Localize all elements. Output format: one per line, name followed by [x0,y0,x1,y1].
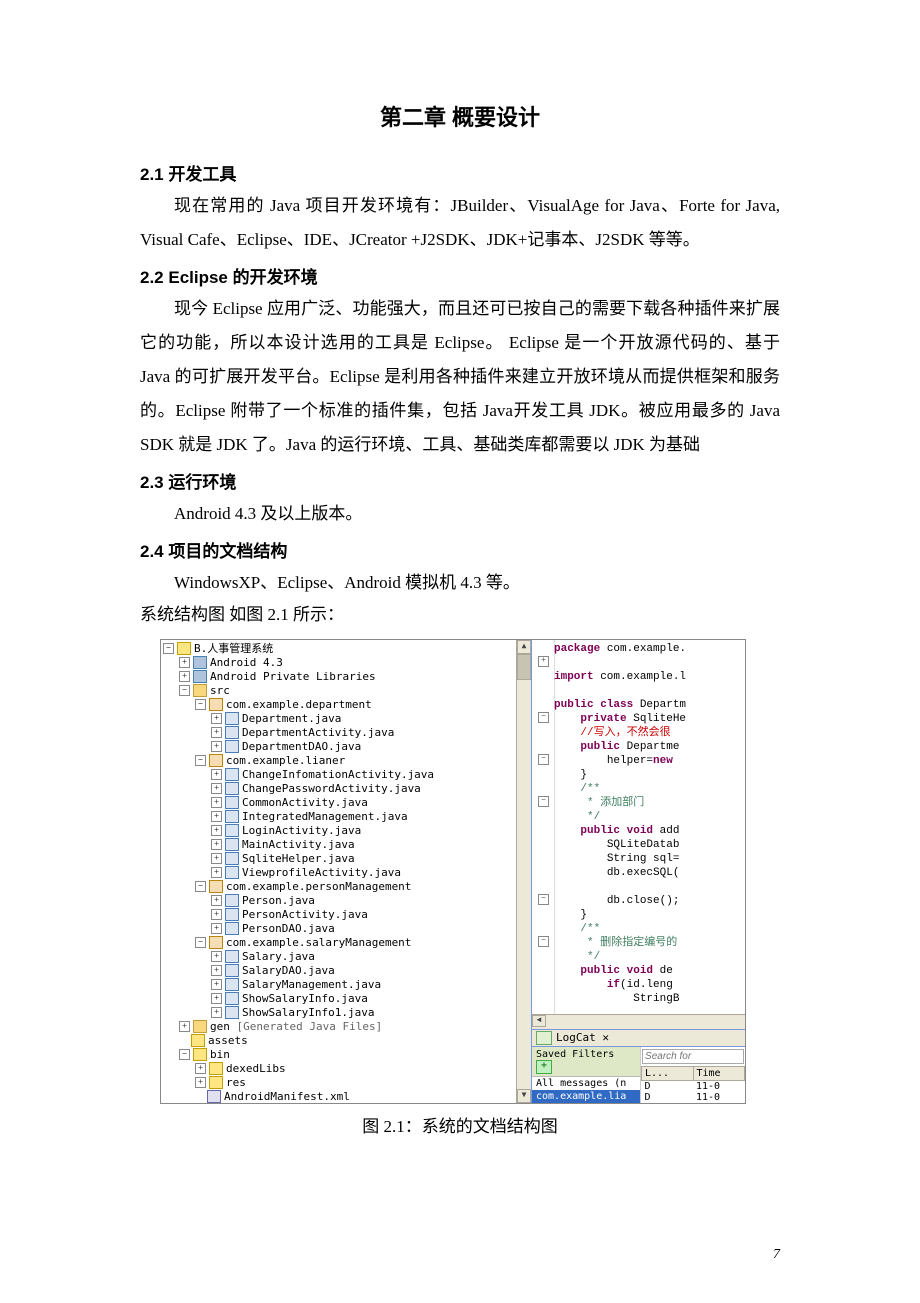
tree-file[interactable]: ShowSalaryInfo.java [242,992,368,1005]
section-2-1-title: 2.1 开发工具 [140,160,780,185]
section-2-4-para1: WindowsXP、Eclipse、Android 模拟机 4.3 等。 [140,566,780,600]
section-2-3-para: Android 4.3 及以上版本。 [140,497,780,531]
tree-gen[interactable]: gen [Generated Java Files] [210,1020,382,1033]
logcat-messages: L...Time D11-0 D11-0 [641,1047,745,1103]
tree-src[interactable]: src [210,684,230,697]
section-2-2-title: 2.2 Eclipse 的开发环境 [140,263,780,288]
filter-all[interactable]: All messages (n [532,1077,640,1090]
tree-file[interactable]: Salary.java [242,950,315,963]
log-time: 11-0 [693,1080,745,1092]
tree-priv-libs[interactable]: Android Private Libraries [210,670,376,683]
log-level: D [642,1080,694,1092]
section-2-1-para: 现在常用的 Java 项目开发环境有：JBuilder、VisualAge fo… [140,189,780,257]
col-time[interactable]: Time [693,1066,745,1080]
scroll-thumb[interactable] [517,654,531,680]
tree-file[interactable]: DepartmentDAO.java [242,740,361,753]
tree-file[interactable]: SalaryManagement.java [242,978,381,991]
editor-column: + − − − − − package com.example. import … [532,640,745,1103]
tree-assets[interactable]: assets [208,1034,248,1047]
fold-minus-icon[interactable]: − [538,712,549,723]
log-level: D [642,1092,694,1103]
logcat-filters[interactable]: Saved Filters + All messages (n com.exam… [532,1047,641,1103]
tree-pkg-dept[interactable]: com.example.department [226,698,372,711]
tree-pkg-salary[interactable]: com.example.salaryManagement [226,936,411,949]
section-2-3-title: 2.3 运行环境 [140,468,780,493]
editor-hscrollbar[interactable]: ◄ [532,1014,745,1029]
saved-filters-label: Saved Filters [536,1049,614,1060]
scroll-down-icon[interactable]: ▼ [517,1089,531,1103]
scroll-left-icon[interactable]: ◄ [532,1015,546,1027]
fold-minus-icon[interactable]: − [538,796,549,807]
tree-pkg-person[interactable]: com.example.personManagement [226,880,411,893]
eclipse-screenshot: − B.人事管理系统 + Android 4.3 + Android Private … [160,639,746,1104]
tree-file[interactable]: Person.java [242,894,315,907]
tree-scrollbar[interactable]: ▲ ▼ [516,640,531,1103]
logcat-tab[interactable]: LogCat ✕ [532,1030,745,1047]
tree-file[interactable]: DepartmentActivity.java [242,726,394,739]
log-time: 11-0 [693,1092,745,1103]
logcat-icon [536,1031,552,1045]
section-2-4-para2: 系统结构图 如图 2.1 所示： [140,600,780,631]
tree-file[interactable]: ShowSalaryInfo1.java [242,1006,374,1019]
fold-plus-icon[interactable]: + [538,656,549,667]
tree-file[interactable]: LoginActivity.java [242,824,361,837]
tree-bin[interactable]: bin [210,1048,230,1061]
tree-file[interactable]: PersonDAO.java [242,922,335,935]
editor-gutter: + − − − − − [532,640,555,1029]
chapter-title: 第二章 概要设计 [140,100,780,132]
page-number: 7 [773,1247,780,1263]
tree-dexedlibs[interactable]: dexedLibs [226,1062,286,1075]
tree-file[interactable]: IntegratedManagement.java [242,810,408,823]
logcat-panel: LogCat ✕ Saved Filters + All messages (n… [532,1029,745,1103]
logcat-search-input[interactable] [642,1049,744,1064]
tree-file[interactable]: PersonActivity.java [242,908,368,921]
filter-session[interactable]: com.example.lia [532,1090,640,1103]
fold-minus-icon[interactable]: − [538,936,549,947]
figure-caption: 图 2.1：系统的文档结构图 [140,1112,780,1137]
tree-file[interactable]: ChangeInfomationActivity.java [242,768,434,781]
add-filter-icon[interactable]: + [536,1060,552,1074]
tree-file[interactable]: ChangePasswordActivity.java [242,782,421,795]
logcat-table[interactable]: L...Time D11-0 D11-0 [641,1066,745,1103]
tree-res[interactable]: res [226,1076,246,1089]
code-body[interactable]: package com.example. import com.example.… [554,642,737,1006]
fold-minus-icon[interactable]: − [538,754,549,765]
col-level[interactable]: L... [642,1066,694,1080]
tree-root[interactable]: B.人事管理系统 [194,642,273,655]
section-2-4-title: 2.4 项目的文档结构 [140,537,780,562]
project-tree[interactable]: −B.人事管理系统 +Android 4.3 +Android Private … [161,640,531,1103]
tree-manifest[interactable]: AndroidManifest.xml [224,1090,350,1103]
tree-android[interactable]: Android 4.3 [210,656,283,669]
tree-file[interactable]: CommonActivity.java [242,796,368,809]
fold-minus-icon[interactable]: − [538,894,549,905]
scroll-up-icon[interactable]: ▲ [517,640,531,654]
tree-file[interactable]: MainActivity.java [242,838,355,851]
logcat-tab-label: LogCat [556,1031,596,1044]
tree-file[interactable]: SqliteHelper.java [242,852,355,865]
tree-file[interactable]: Department.java [242,712,341,725]
package-explorer-pane: −B.人事管理系统 +Android 4.3 +Android Private … [161,640,532,1103]
tree-file[interactable]: SalaryDAO.java [242,964,335,977]
tree-pkg-lianer[interactable]: com.example.lianer [226,754,345,767]
code-editor[interactable]: + − − − − − package com.example. import … [532,640,745,1029]
section-2-2-para: 现今 Eclipse 应用广泛、功能强大，而且还可已按自己的需要下载各种插件来扩… [140,292,780,462]
tree-file[interactable]: ViewprofileActivity.java [242,866,401,879]
